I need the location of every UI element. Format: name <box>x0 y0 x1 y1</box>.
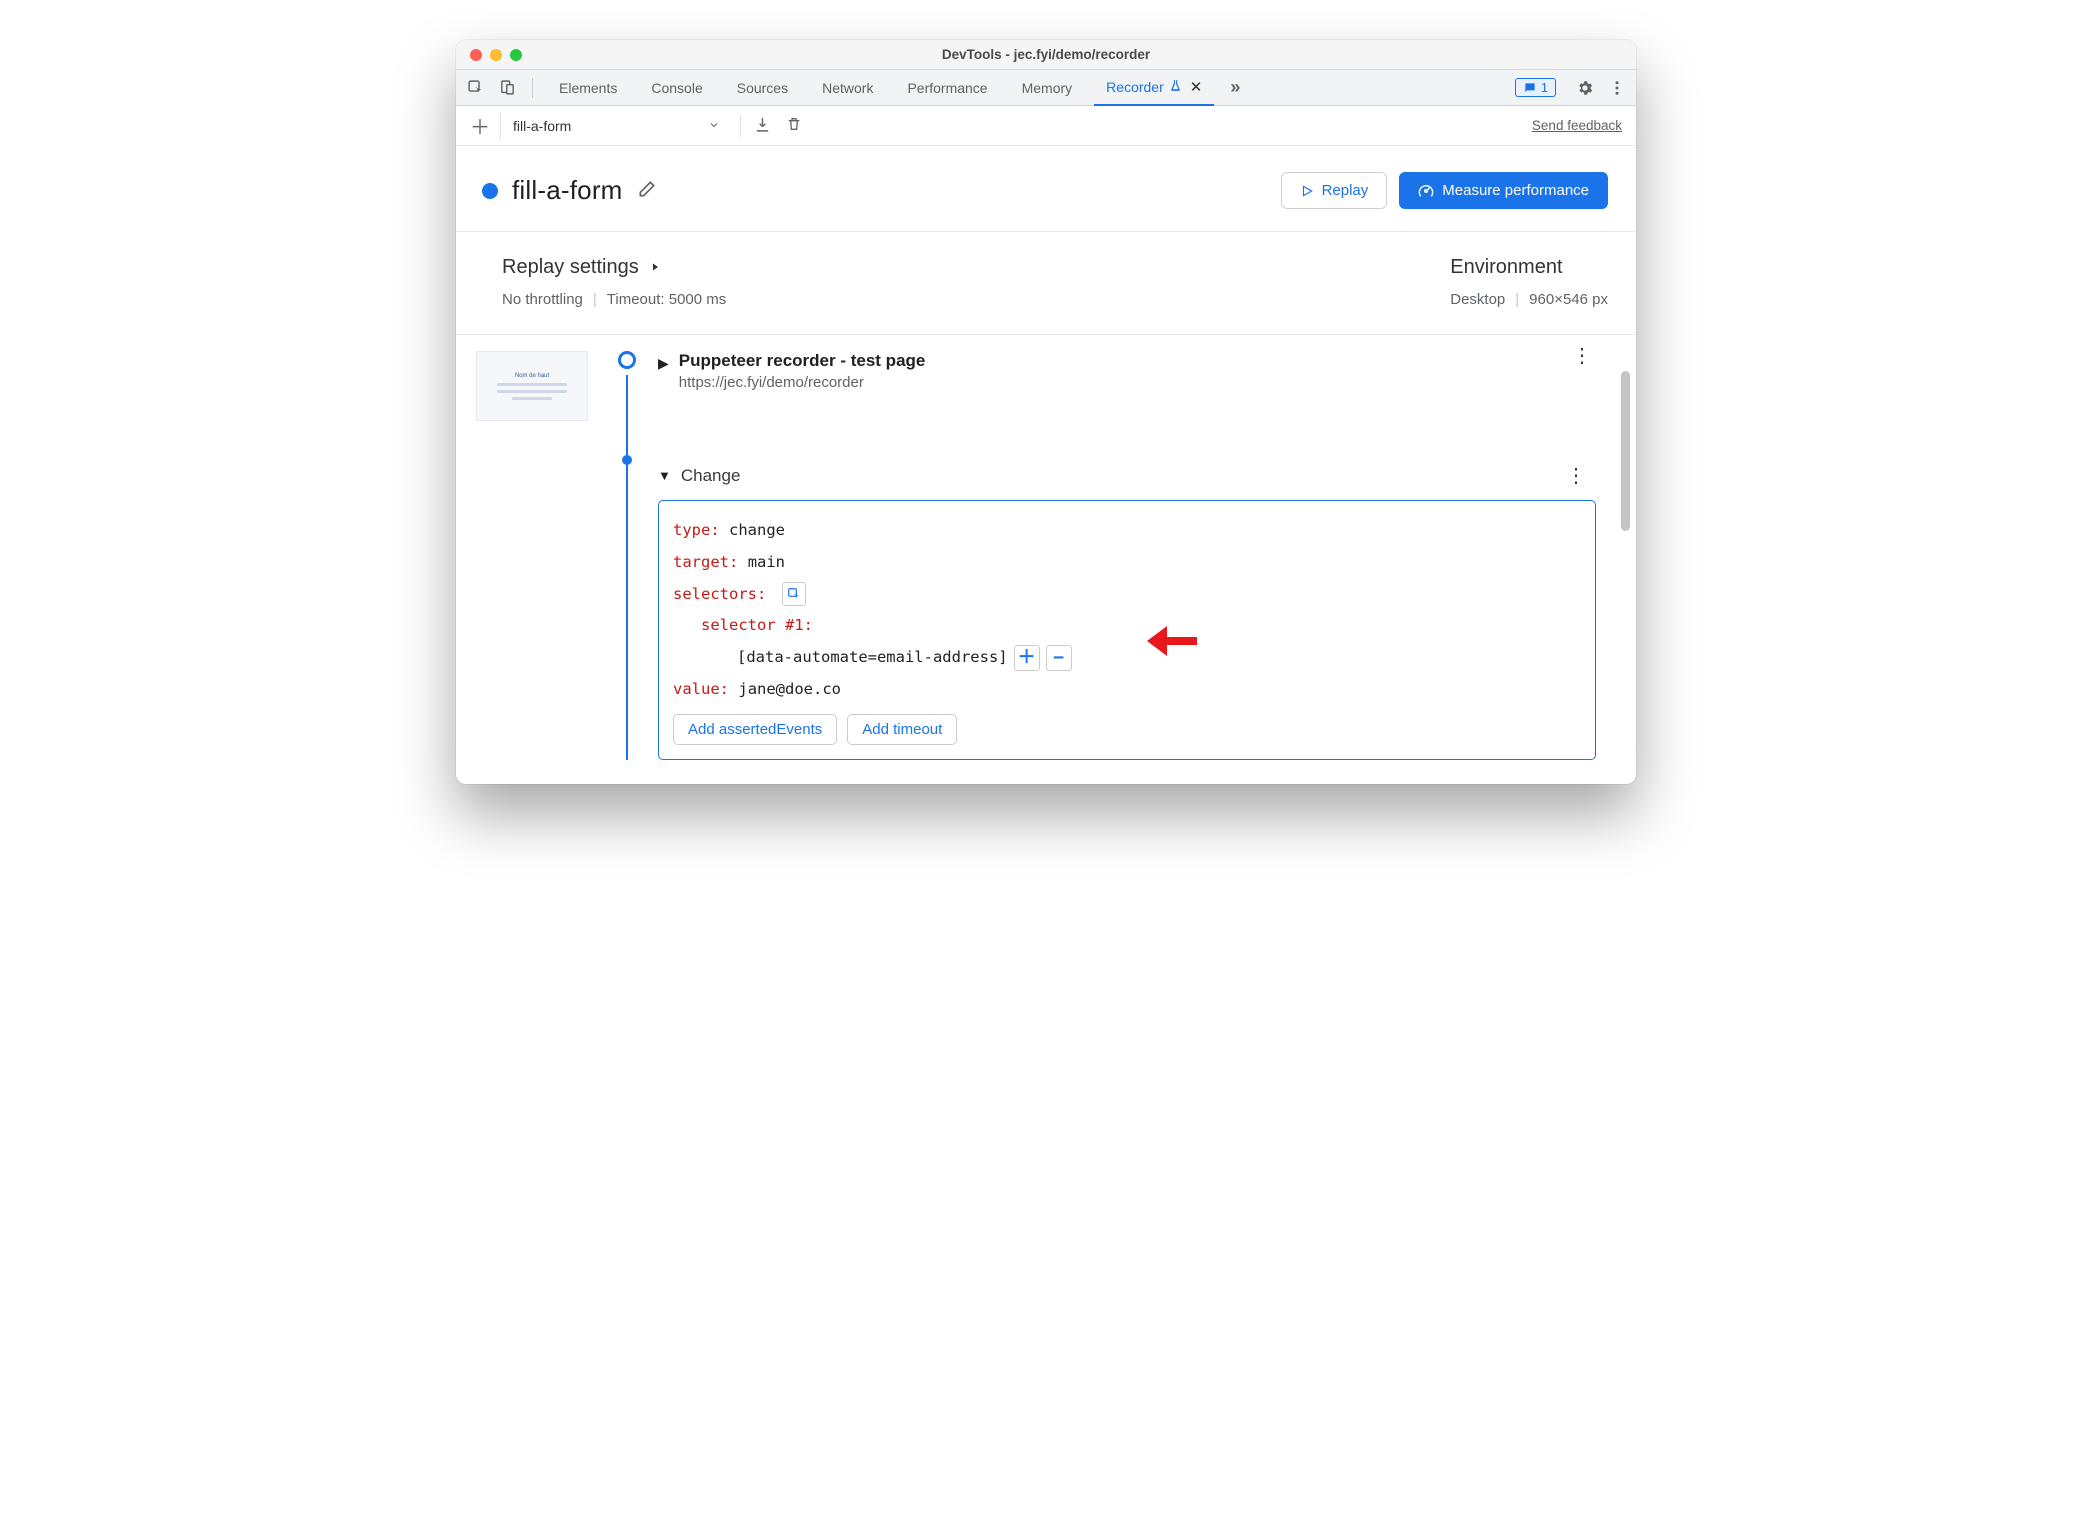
step-start: ▶ Puppeteer recorder - test page https:/… <box>658 351 1596 391</box>
device-value: Desktop <box>1450 291 1505 308</box>
remove-selector-button[interactable]: − <box>1046 645 1072 671</box>
separator: | <box>1515 291 1519 308</box>
tab-network[interactable]: Network <box>810 70 885 106</box>
replay-settings-label: Replay settings <box>502 256 639 279</box>
prop-type-value[interactable]: change <box>729 521 785 539</box>
recorder-toolbar: ＋ fill-a-form Send feedback <box>456 106 1636 146</box>
add-selector-button[interactable]: ＋ <box>1014 645 1040 671</box>
chevron-right-icon <box>649 256 661 279</box>
recording-select-value: fill-a-form <box>513 118 571 134</box>
replay-button[interactable]: Replay <box>1281 172 1388 209</box>
window-title: DevTools - jec.fyi/demo/recorder <box>456 47 1636 62</box>
throttling-value: No throttling <box>502 291 583 308</box>
separator <box>532 78 533 98</box>
measure-label: Measure performance <box>1442 182 1589 199</box>
step-details-box: type: change target: main selectors: <box>658 500 1596 760</box>
issues-count: 1 <box>1541 80 1548 95</box>
measure-performance-button[interactable]: Measure performance <box>1399 172 1608 209</box>
prop-target-key: target <box>673 553 729 571</box>
timeline-node-step <box>622 455 632 465</box>
chevron-down-icon <box>708 118 720 134</box>
add-asserted-events-button[interactable]: Add assertedEvents <box>673 714 837 745</box>
add-timeout-button[interactable]: Add timeout <box>847 714 957 745</box>
new-recording-icon[interactable]: ＋ <box>470 111 490 140</box>
prop-selector1-key: selector #1 <box>701 616 804 634</box>
chat-icon <box>1523 81 1537 95</box>
replay-settings-toggle[interactable]: Replay settings <box>502 256 726 279</box>
scrollbar-thumb[interactable] <box>1621 371 1630 531</box>
recording-header: fill-a-form Replay Measure performance <box>456 146 1636 232</box>
recording-status-icon <box>482 183 498 199</box>
environment-label: Environment <box>1450 256 1562 279</box>
tab-recorder[interactable]: Recorder ✕ <box>1094 70 1214 106</box>
devtools-tabstrip: Elements Console Sources Network Perform… <box>456 70 1636 106</box>
pick-selector-icon[interactable] <box>782 582 806 606</box>
settings-row: Replay settings No throttling | Timeout:… <box>456 232 1636 335</box>
step-screenshot-thumbnail[interactable]: Nom de haut <box>476 351 588 421</box>
send-feedback-link[interactable]: Send feedback <box>1532 118 1622 133</box>
recording-title: fill-a-form <box>512 175 623 206</box>
issues-badge[interactable]: 1 <box>1515 78 1556 97</box>
expand-toggle-icon[interactable]: ▶ <box>658 355 669 372</box>
gauge-icon <box>1418 183 1434 199</box>
device-toggle-icon[interactable] <box>496 77 518 99</box>
dimensions-value: 960×546 px <box>1529 291 1608 308</box>
separator <box>740 115 741 137</box>
prop-target-value[interactable]: main <box>748 553 785 571</box>
tab-recorder-label: Recorder <box>1106 79 1164 95</box>
prop-value-value[interactable]: jane@doe.co <box>738 680 841 698</box>
more-tabs-icon[interactable]: » <box>1224 77 1246 98</box>
kebab-menu-icon[interactable] <box>1606 77 1628 99</box>
beaker-icon <box>1169 79 1182 95</box>
tab-performance[interactable]: Performance <box>895 70 999 106</box>
timeline-node-start <box>618 351 636 369</box>
devtools-window: DevTools - jec.fyi/demo/recorder Element… <box>456 40 1636 784</box>
close-tab-icon[interactable]: ✕ <box>1190 78 1203 96</box>
play-icon <box>1300 184 1314 198</box>
step-menu-icon[interactable]: ⋮ <box>1572 351 1596 361</box>
delete-icon[interactable] <box>783 116 805 135</box>
recording-select[interactable]: fill-a-form <box>500 113 730 139</box>
timeline-rail <box>612 351 642 760</box>
timeout-value: Timeout: 5000 ms <box>607 291 727 308</box>
collapse-toggle-icon[interactable]: ▼ <box>658 468 671 483</box>
tab-console[interactable]: Console <box>639 70 714 106</box>
step-menu-icon[interactable]: ⋮ <box>1566 463 1596 488</box>
settings-icon[interactable] <box>1574 77 1596 99</box>
step-start-title: Puppeteer recorder - test page <box>679 351 926 371</box>
prop-type-key: type <box>673 521 710 539</box>
tab-memory[interactable]: Memory <box>1010 70 1085 106</box>
prop-value-key: value <box>673 680 720 698</box>
steps-panel: Nom de haut ▶ Puppeteer recorder - test … <box>456 335 1636 784</box>
prop-selector1-value[interactable]: [data-automate=email-address] <box>737 642 1008 674</box>
vertical-scrollbar[interactable] <box>1618 351 1632 772</box>
inspect-icon[interactable] <box>464 77 486 99</box>
prop-selectors-key: selectors <box>673 585 757 603</box>
tab-sources[interactable]: Sources <box>725 70 800 106</box>
edit-title-icon[interactable] <box>637 179 657 202</box>
replay-label: Replay <box>1322 182 1369 199</box>
step-start-url: https://jec.fyi/demo/recorder <box>679 374 926 391</box>
separator: | <box>593 291 597 308</box>
import-icon[interactable] <box>751 116 773 136</box>
step-change: ▼ Change ⋮ type: change target: <box>658 463 1596 760</box>
annotation-arrow-icon <box>1147 623 1197 659</box>
tab-elements[interactable]: Elements <box>547 70 629 106</box>
step-change-label: Change <box>681 466 741 486</box>
titlebar: DevTools - jec.fyi/demo/recorder <box>456 40 1636 70</box>
